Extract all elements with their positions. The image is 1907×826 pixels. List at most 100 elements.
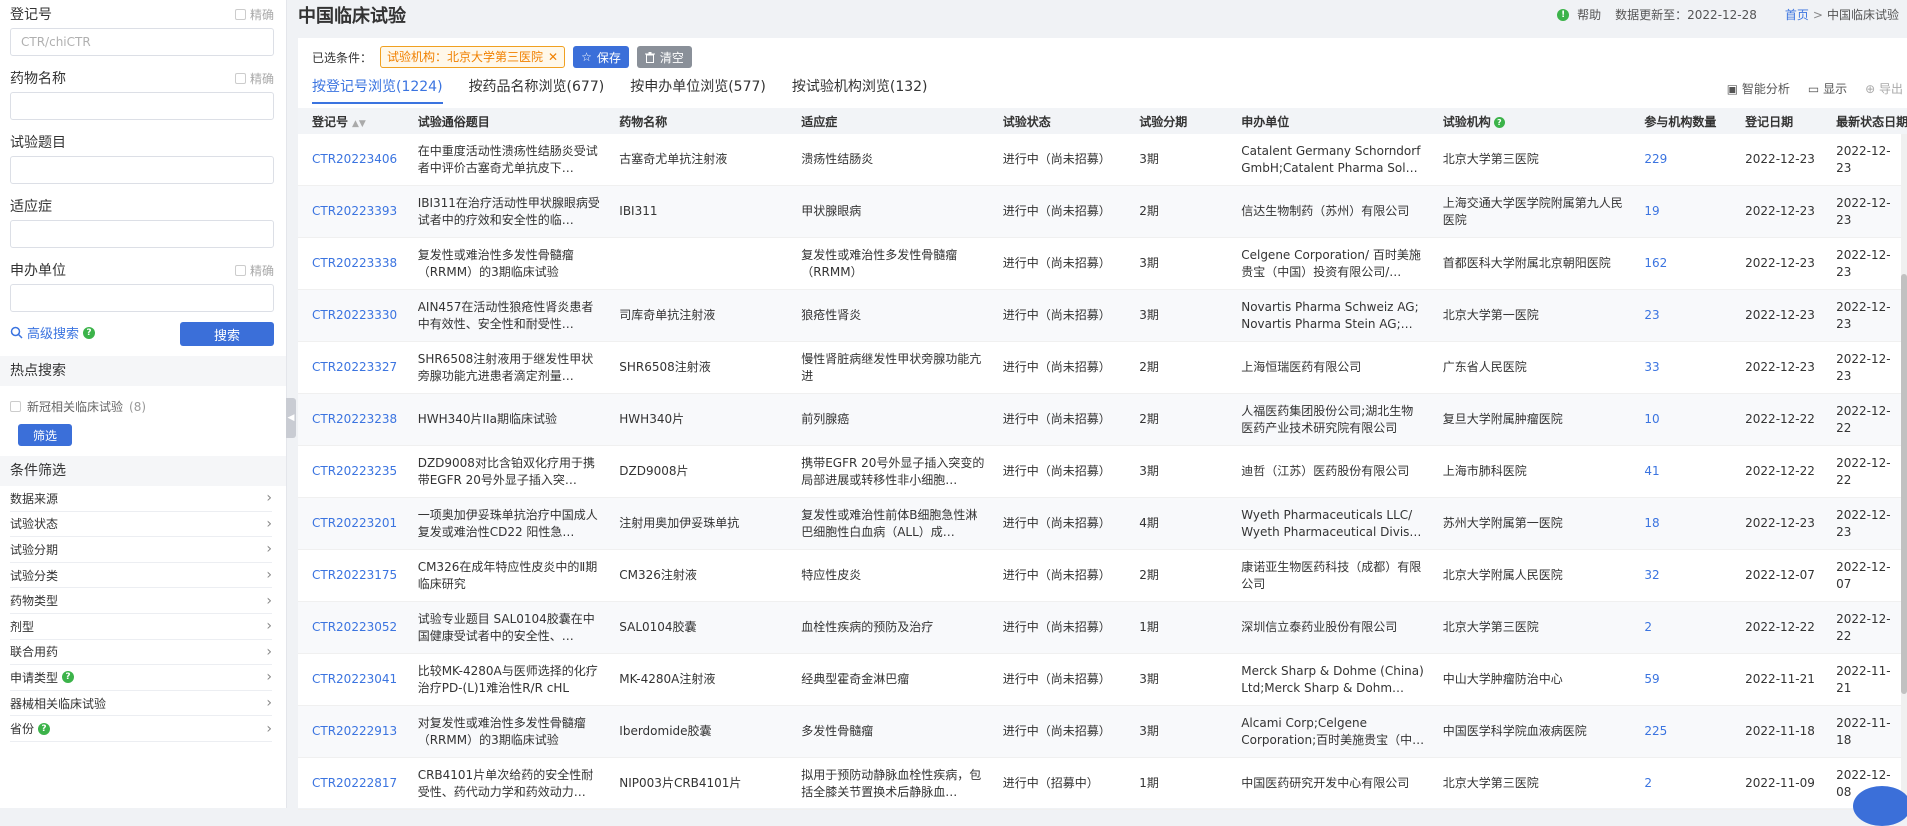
site-count-cell[interactable]: 23 bbox=[1630, 289, 1732, 342]
reg-no-cell[interactable]: CTR20223201 bbox=[298, 497, 404, 550]
condition-item[interactable]: 试验状态 › bbox=[10, 512, 272, 538]
institution-cell: 上海交通大学医学院附属第九人民医院 bbox=[1428, 185, 1631, 238]
collapse-sidebar-handle[interactable]: ◀ bbox=[286, 398, 296, 438]
condition-filter-header: 条件筛选 bbox=[0, 456, 286, 486]
indication-cell: 溃疡性结肠炎 bbox=[787, 134, 989, 186]
site-count-cell[interactable]: 229 bbox=[1630, 134, 1732, 186]
reg-no-cell[interactable]: CTR20223327 bbox=[298, 341, 404, 394]
smart-analysis-button[interactable]: ▣ 智能分析 bbox=[1727, 80, 1790, 97]
condition-item[interactable]: 省份? › bbox=[10, 716, 272, 742]
table-tools: ▣ 智能分析 ▭ 显示 ⊕ 导出 bbox=[1727, 80, 1903, 97]
site-count-cell[interactable]: 225 bbox=[1630, 705, 1732, 758]
breadcrumb-home[interactable]: 首页 bbox=[1785, 6, 1809, 23]
chevron-right-icon: › bbox=[266, 618, 272, 635]
column-header[interactable]: 登记号 ▲▼ bbox=[298, 108, 404, 134]
site-count-cell[interactable]: 2 bbox=[1630, 757, 1732, 810]
reg-no-precise-checkbox[interactable]: 精确 bbox=[234, 6, 274, 23]
indication-input[interactable] bbox=[10, 220, 274, 248]
tab-browse[interactable]: 按药品名称浏览(677) bbox=[469, 76, 605, 104]
status-date-cell: 2022-12-23 bbox=[1822, 341, 1907, 394]
export-button[interactable]: ⊕ 导出 bbox=[1865, 80, 1903, 97]
advanced-search-link[interactable]: 高级搜索 ? bbox=[10, 323, 96, 342]
help-icon[interactable]: ? bbox=[83, 326, 96, 339]
browse-tabs: 按登记号浏览(1224) 按药品名称浏览(677) 按申办单位浏览(577) 按试验机… bbox=[312, 76, 928, 104]
clear-button[interactable]: 清空 bbox=[636, 46, 692, 68]
phase-cell: 3期 bbox=[1125, 653, 1228, 706]
reg-no-cell[interactable]: CTR20223338 bbox=[298, 237, 404, 290]
filter-button[interactable]: 筛选 bbox=[18, 424, 72, 446]
breadcrumb-current: 中国临床试验 bbox=[1826, 8, 1899, 22]
drug-name-input[interactable] bbox=[10, 92, 274, 120]
reg-no-cell[interactable]: CTR20222913 bbox=[298, 705, 404, 758]
reg-no-cell[interactable]: CTR20223041 bbox=[298, 653, 404, 706]
save-button[interactable]: ☆ 保存 bbox=[573, 46, 629, 68]
title-cell: CM326在成年特应性皮炎中的Ⅱ期临床研究 bbox=[403, 549, 606, 602]
condition-item[interactable]: 试验分期 › bbox=[10, 537, 272, 563]
floating-action-button[interactable] bbox=[1853, 786, 1907, 826]
status-date-cell: 2022-12-07 bbox=[1822, 549, 1907, 602]
reg-no-cell[interactable]: CTR20223175 bbox=[298, 549, 404, 602]
reg-no-cell[interactable]: CTR20223330 bbox=[298, 289, 404, 342]
reg-no-cell[interactable]: CTR20222817 bbox=[298, 757, 404, 810]
column-header: 药物名称 bbox=[605, 108, 788, 134]
drug-cell: CM326注射液 bbox=[605, 549, 788, 602]
title-field: 试验题目 bbox=[10, 132, 274, 184]
sponsor-precise-checkbox[interactable]: 精确 bbox=[234, 262, 274, 279]
condition-item[interactable]: 联合用药 › bbox=[10, 640, 272, 666]
table-row: CTR20223238 HWH340片IIa期临床试验 HWH340片 前列腺癌 进行中… bbox=[298, 393, 1907, 446]
site-count-cell[interactable]: 41 bbox=[1630, 445, 1732, 498]
tab-browse[interactable]: 按试验机构浏览(132) bbox=[792, 76, 928, 104]
title-cell: 对复发性或难治性多发性骨髓瘤（RRMM）的3期临床试验 bbox=[403, 705, 606, 758]
reg-no-cell[interactable]: CTR20223052 bbox=[298, 601, 404, 654]
drug-name-precise-checkbox[interactable]: 精确 bbox=[234, 70, 274, 87]
reg-no-input[interactable] bbox=[10, 28, 274, 56]
title-input[interactable] bbox=[10, 156, 274, 184]
sponsor-input[interactable] bbox=[10, 284, 274, 312]
condition-item[interactable]: 器械相关临床试验 › bbox=[10, 691, 272, 717]
site-count-cell[interactable]: 18 bbox=[1630, 497, 1732, 550]
sponsor-cell: 康诺亚生物医药科技（成都）有限公司 bbox=[1227, 549, 1429, 602]
hot-item-checkbox[interactable] bbox=[10, 401, 21, 412]
header-info: ! 帮助 数据更新至：2022-12-28 首页 > 中国临床试验 bbox=[1557, 6, 1899, 23]
help-icon[interactable]: ! bbox=[1557, 8, 1570, 21]
close-icon[interactable]: ✕ bbox=[548, 47, 558, 67]
site-count-cell[interactable]: 162 bbox=[1630, 237, 1732, 290]
tab-browse[interactable]: 按登记号浏览(1224) bbox=[312, 76, 443, 104]
table-scrollbar[interactable] bbox=[1901, 134, 1907, 808]
help-icon[interactable]: ? bbox=[38, 722, 51, 735]
title-cell: DZD9008对比含铂双化疗用于携带EGFR 20号外显子插入突… bbox=[403, 445, 606, 498]
site-count-cell[interactable]: 32 bbox=[1630, 549, 1732, 602]
drug-cell: NIP003片CRB4101片 bbox=[605, 757, 788, 810]
phase-cell: 2期 bbox=[1125, 549, 1228, 602]
site-count-cell[interactable]: 33 bbox=[1630, 341, 1732, 394]
site-count-cell[interactable]: 19 bbox=[1630, 185, 1732, 238]
reg-date-cell: 2022-12-23 bbox=[1731, 134, 1823, 186]
reg-no-cell[interactable]: CTR20223235 bbox=[298, 445, 404, 498]
condition-item[interactable]: 药物类型 › bbox=[10, 588, 272, 614]
site-count-cell[interactable]: 59 bbox=[1630, 653, 1732, 706]
help-icon[interactable]: ? bbox=[62, 671, 75, 684]
indication-cell: 狼疮性肾炎 bbox=[787, 289, 989, 342]
display-button[interactable]: ▭ 显示 bbox=[1808, 80, 1847, 97]
reg-no-cell[interactable]: CTR20223406 bbox=[298, 134, 404, 186]
title-cell: 一项奥加伊妥珠单抗治疗中国成人复发或难治性CD22 阳性急… bbox=[403, 497, 606, 550]
tab-browse[interactable]: 按申办单位浏览(577) bbox=[630, 76, 766, 104]
condition-item[interactable]: 剂型 › bbox=[10, 614, 272, 640]
site-count-cell[interactable]: 2 bbox=[1630, 601, 1732, 654]
help-link[interactable]: 帮助 bbox=[1577, 6, 1601, 23]
condition-item[interactable]: 试验分类 › bbox=[10, 563, 272, 589]
site-count-cell[interactable]: 10 bbox=[1630, 393, 1732, 446]
sort-icon[interactable]: ▲▼ bbox=[352, 119, 366, 129]
sponsor-cell: 中国医药研究开发中心有限公司 bbox=[1227, 757, 1429, 810]
reg-no-field: 登记号 精确 bbox=[10, 4, 274, 56]
search-button[interactable]: 搜索 bbox=[180, 322, 274, 346]
help-icon[interactable]: ? bbox=[1493, 116, 1505, 128]
hot-item-covid[interactable]: 新冠相关临床试验 (8) bbox=[10, 398, 146, 415]
condition-item[interactable]: 申请类型? › bbox=[10, 665, 272, 691]
condition-item[interactable]: 数据来源 › bbox=[10, 486, 272, 512]
export-icon: ⊕ bbox=[1865, 82, 1876, 96]
reg-no-cell[interactable]: CTR20223393 bbox=[298, 185, 404, 238]
phase-cell: 2期 bbox=[1125, 393, 1228, 446]
reg-no-cell[interactable]: CTR20223238 bbox=[298, 393, 404, 446]
status-cell: 进行中（尚未招募） bbox=[988, 341, 1126, 394]
